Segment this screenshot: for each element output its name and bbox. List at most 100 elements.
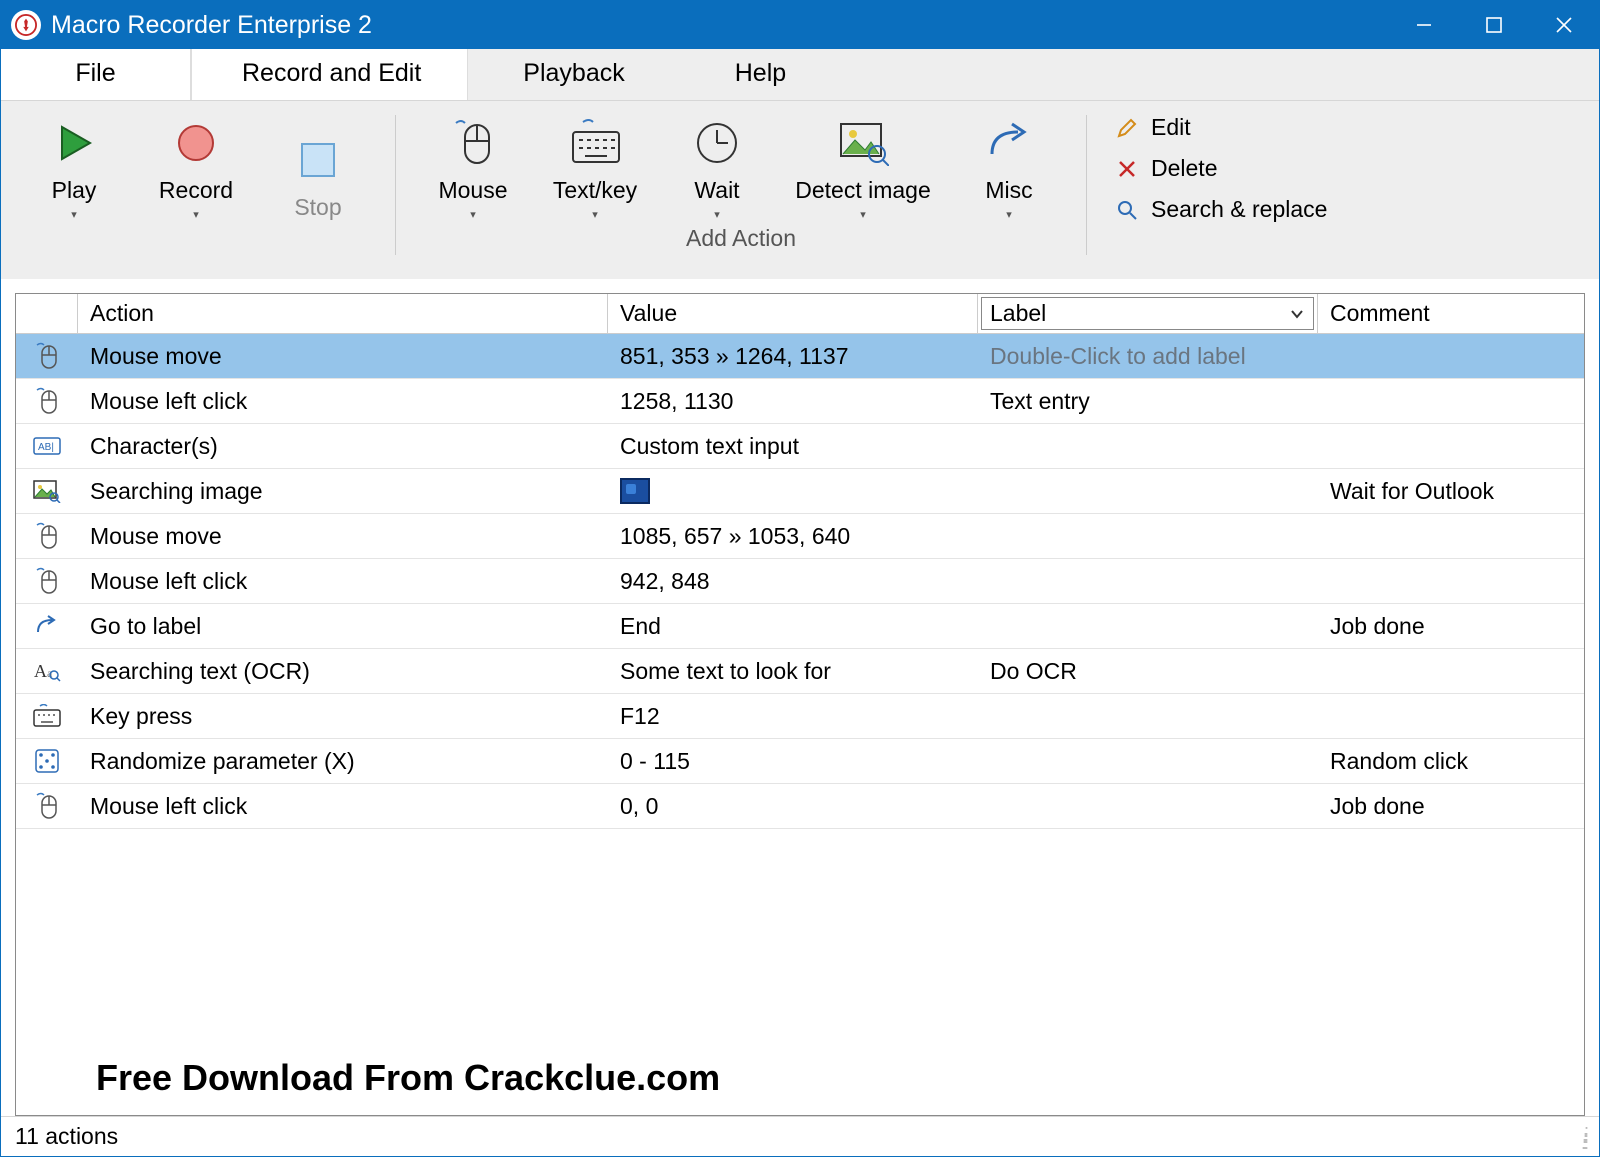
mouse-click-icon — [16, 386, 78, 416]
table-row[interactable]: Mouse left click0, 0Job done — [16, 784, 1584, 829]
header-icon[interactable] — [16, 294, 78, 333]
play-icon — [52, 115, 96, 171]
table-row[interactable]: Mouse move851, 353 » 1264, 1137Double-Cl… — [16, 334, 1584, 379]
cell-comment: Job done — [1318, 793, 1584, 820]
grid-header: Action Value Label Comment — [16, 294, 1584, 334]
minimize-button[interactable] — [1389, 1, 1459, 49]
ribbon-caption-add-action: Add Action — [686, 225, 796, 258]
actions-grid: Action Value Label Comment Mouse move851… — [15, 293, 1585, 1116]
resize-grip-icon[interactable]: .:.::.::: — [1581, 1128, 1585, 1146]
watermark-text: Free Download From Crackclue.com — [16, 1045, 1584, 1115]
misc-button[interactable]: Misc▾ — [948, 109, 1070, 225]
chevron-down-icon — [1289, 306, 1305, 322]
status-text: 11 actions — [15, 1123, 118, 1150]
table-row[interactable]: Mouse left click1258, 1130Text entry — [16, 379, 1584, 424]
textkey-button[interactable]: Text/key▾ — [534, 109, 656, 225]
characters-icon: AB| — [16, 435, 78, 457]
cell-value: 0 - 115 — [608, 748, 978, 775]
image-search-icon — [837, 115, 889, 171]
clock-icon — [694, 115, 740, 171]
cell-value: 851, 353 » 1264, 1137 — [608, 343, 978, 370]
cell-action: Searching image — [78, 478, 608, 505]
detect-image-button[interactable]: Detect image▾ — [778, 109, 948, 225]
search-replace-button[interactable]: Search & replace — [1109, 191, 1331, 228]
ribbon-group-playback: Play▾ Record▾ Stop — [1, 101, 391, 279]
tab-playback[interactable]: Playback — [468, 49, 679, 100]
cell-value: 1258, 1130 — [608, 388, 978, 415]
edit-button[interactable]: Edit — [1109, 109, 1331, 146]
titlebar: Macro Recorder Enterprise 2 — [1, 1, 1599, 49]
cell-value: F12 — [608, 703, 978, 730]
cell-value — [608, 478, 978, 504]
grid-body: Mouse move851, 353 » 1264, 1137Double-Cl… — [16, 334, 1584, 1045]
maximize-button[interactable] — [1459, 1, 1529, 49]
cell-label: Double-Click to add label — [978, 343, 1318, 370]
header-comment[interactable]: Comment — [1318, 294, 1584, 333]
cell-action: Go to label — [78, 613, 608, 640]
table-row[interactable]: AaSearching text (OCR)Some text to look … — [16, 649, 1584, 694]
cell-label: Text entry — [978, 388, 1318, 415]
cell-action: Mouse left click — [78, 568, 608, 595]
goto-icon — [16, 614, 78, 638]
tab-record-edit[interactable]: Record and Edit — [191, 49, 468, 100]
random-icon — [16, 748, 78, 774]
cell-action: Searching text (OCR) — [78, 658, 608, 685]
app-window: Macro Recorder Enterprise 2 File Record … — [0, 0, 1600, 1157]
table-row[interactable]: Mouse move1085, 657 » 1053, 640 — [16, 514, 1584, 559]
statusbar: 11 actions .:.::.::: — [1, 1116, 1599, 1156]
tab-help[interactable]: Help — [680, 49, 841, 100]
table-row[interactable]: Mouse left click942, 848 — [16, 559, 1584, 604]
cell-value: End — [608, 613, 978, 640]
keyboard-icon — [16, 704, 78, 728]
tab-file[interactable]: File — [1, 49, 191, 100]
cell-action: Mouse move — [78, 523, 608, 550]
cell-action: Randomize parameter (X) — [78, 748, 608, 775]
svg-text:A: A — [34, 661, 47, 681]
close-button[interactable] — [1529, 1, 1599, 49]
cell-comment: Job done — [1318, 613, 1584, 640]
table-row[interactable]: Go to labelEnd Job done — [16, 604, 1584, 649]
image-chip — [620, 478, 650, 504]
stop-button[interactable]: Stop — [257, 126, 379, 225]
app-icon — [11, 10, 41, 40]
play-button[interactable]: Play▾ — [13, 109, 135, 225]
label-dropdown[interactable]: Label — [981, 297, 1314, 330]
mouse-click-icon — [16, 566, 78, 596]
content-area: Action Value Label Comment Mouse move851… — [1, 279, 1599, 1116]
header-action[interactable]: Action — [78, 294, 608, 333]
image-search-icon — [16, 479, 78, 503]
pencil-icon — [1113, 117, 1141, 139]
record-button[interactable]: Record▾ — [135, 109, 257, 225]
cell-label: Do OCR — [978, 658, 1318, 685]
record-icon — [174, 115, 218, 171]
table-row[interactable]: Randomize parameter (X)0 - 115Random cli… — [16, 739, 1584, 784]
search-icon — [1113, 199, 1141, 221]
ocr-icon: Aa — [16, 659, 78, 683]
ribbon-group-edit: Edit Delete Search & replace — [1091, 101, 1345, 279]
table-row[interactable]: Key pressF12 — [16, 694, 1584, 739]
stop-icon — [296, 132, 340, 188]
cell-action: Character(s) — [78, 433, 608, 460]
table-row[interactable]: Searching image Wait for Outlook — [16, 469, 1584, 514]
mouse-click-icon — [16, 791, 78, 821]
table-row[interactable]: AB| Character(s)Custom text input — [16, 424, 1584, 469]
cell-action: Mouse left click — [78, 388, 608, 415]
menu-tabs: File Record and Edit Playback Help — [1, 49, 1599, 101]
keyboard-icon — [569, 115, 621, 171]
svg-text:AB|: AB| — [38, 442, 54, 453]
cell-value: 942, 848 — [608, 568, 978, 595]
cell-action: Mouse move — [78, 343, 608, 370]
delete-icon — [1113, 158, 1141, 180]
wait-button[interactable]: Wait▾ — [656, 109, 778, 225]
cell-value: Some text to look for — [608, 658, 978, 685]
mouse-button[interactable]: Mouse▾ — [412, 109, 534, 225]
cell-value: Custom text input — [608, 433, 978, 460]
header-value[interactable]: Value — [608, 294, 978, 333]
cell-action: Key press — [78, 703, 608, 730]
mouse-icon — [451, 115, 495, 171]
mouse-move-icon — [16, 521, 78, 551]
delete-button[interactable]: Delete — [1109, 150, 1331, 187]
ribbon-group-add-action: Mouse▾ Text/key▾ Wait▾ Detect image▾ Mis… — [400, 101, 1082, 279]
cell-comment: Wait for Outlook — [1318, 478, 1584, 505]
mouse-move-icon — [16, 341, 78, 371]
